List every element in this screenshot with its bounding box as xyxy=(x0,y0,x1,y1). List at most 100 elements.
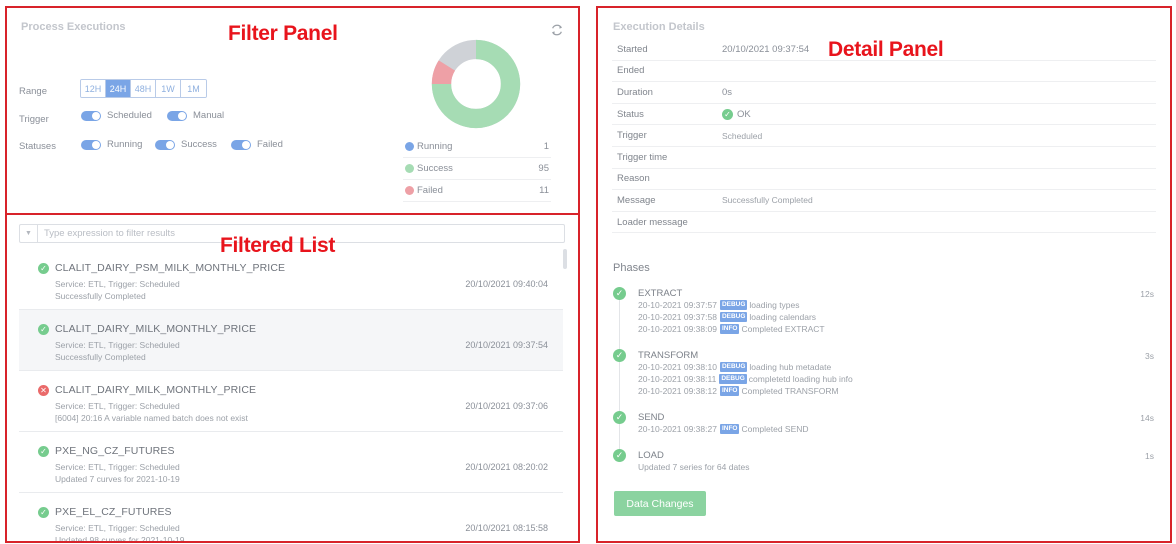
detail-row-ended: Ended xyxy=(612,61,1156,83)
caret-down-icon[interactable]: ▼ xyxy=(20,225,38,242)
log-line: 20-10-2021 09:37:58 DEBUG loading calend… xyxy=(638,312,816,322)
failed-dot-icon xyxy=(405,186,414,195)
log-text: Updated 7 series for 64 dates xyxy=(638,462,750,472)
detail-key: Loader message xyxy=(617,216,688,228)
item-service: Service: ETL, Trigger: Scheduled xyxy=(55,340,180,350)
item-name: CLALIT_DAIRY_MILK_MONTHLY_PRICE xyxy=(55,323,257,335)
range-label: Range xyxy=(19,86,47,97)
item-time: 20/10/2021 08:20:02 xyxy=(465,462,548,472)
trigger-label: Trigger xyxy=(19,114,49,125)
check-icon: ✓ xyxy=(613,349,626,362)
toggle-running[interactable]: Running xyxy=(81,139,142,150)
toggle-failed[interactable]: Failed xyxy=(231,139,283,150)
item-message: Successfully Completed xyxy=(55,291,146,301)
detail-value: Successfully Completed xyxy=(722,195,813,206)
check-icon: ✓ xyxy=(722,108,733,120)
detail-key: Ended xyxy=(617,65,645,77)
detail-row-duration: Duration 0s xyxy=(612,82,1156,104)
check-icon: ✓ xyxy=(38,446,49,457)
item-message: Successfully Completed xyxy=(55,352,146,362)
log-time: 20-10-2021 09:37:58 xyxy=(638,312,717,322)
log-text: Completed EXTRACT xyxy=(741,324,825,334)
statuses-label: Statuses xyxy=(19,141,56,152)
filtered-list-panel: ▼ ✓ CLALIT_DAIRY_PSM_MILK_MONTHLY_PRICE … xyxy=(5,213,580,543)
item-time: 20/10/2021 09:37:54 xyxy=(465,340,548,350)
check-icon: ✓ xyxy=(613,287,626,300)
log-line: 20-10-2021 09:38:11 DEBUG completetd loa… xyxy=(638,374,853,384)
item-service: Service: ETL, Trigger: Scheduled xyxy=(55,279,180,289)
filter-panel: Process Executions Range 12H 24H 48H 1W … xyxy=(5,6,580,215)
list-item[interactable]: ✓ CLALIT_DAIRY_MILK_MONTHLY_PRICE Servic… xyxy=(19,310,563,371)
list-scrollbar[interactable] xyxy=(563,249,567,269)
toggle-manual[interactable]: Manual xyxy=(167,110,224,121)
log-line: Updated 7 series for 64 dates xyxy=(638,462,750,472)
detail-panel-annotation: Detail Panel xyxy=(828,38,944,61)
legend-row-failed: Failed 11 xyxy=(403,180,551,202)
phase-name: EXTRACT xyxy=(638,288,683,299)
range-1w-button[interactable]: 1W xyxy=(156,80,181,97)
log-level-badge: DEBUG xyxy=(719,300,748,310)
detail-key: Started xyxy=(617,43,648,55)
panel-title: Process Executions xyxy=(21,21,126,33)
log-line: 20-10-2021 09:38:12 INFO Completed TRANS… xyxy=(638,386,839,396)
log-time: 20-10-2021 09:38:10 xyxy=(638,362,717,372)
detail-title: Execution Details xyxy=(613,21,705,33)
log-time: 20-10-2021 09:38:12 xyxy=(638,386,717,396)
log-level-badge: INFO xyxy=(719,386,740,396)
range-48h-button[interactable]: 48H xyxy=(131,80,156,97)
log-line: 20-10-2021 09:38:10 DEBUG loading hub me… xyxy=(638,362,831,372)
item-message: Updated 98 curves for 2021-10-19 xyxy=(55,535,185,543)
phase-name: TRANSFORM xyxy=(638,350,699,361)
log-time: 20-10-2021 09:38:27 xyxy=(638,424,717,434)
log-level-badge: DEBUG xyxy=(719,374,747,384)
item-service: Service: ETL, Trigger: Scheduled xyxy=(55,462,180,472)
list-item[interactable]: ✕ CLALIT_DAIRY_MILK_MONTHLY_PRICE Servic… xyxy=(19,371,563,432)
switch-icon xyxy=(155,139,175,150)
switch-icon xyxy=(231,139,251,150)
log-level-badge: DEBUG xyxy=(719,362,748,372)
status-donut-chart xyxy=(431,39,521,129)
log-text: Completed TRANSFORM xyxy=(741,386,839,396)
toggle-scheduled[interactable]: Scheduled xyxy=(81,110,152,121)
legend-value: 11 xyxy=(539,185,549,196)
execution-details-table: Started 20/10/2021 09:37:54 Ended Durati… xyxy=(612,39,1156,234)
phase-duration: 12s xyxy=(1140,289,1154,299)
detail-value: 0s xyxy=(722,86,733,98)
detail-row-loader-message: Loader message xyxy=(612,212,1156,234)
list-item[interactable]: ✓ PXE_NG_CZ_FUTURES Service: ETL, Trigge… xyxy=(19,432,563,493)
detail-key: Trigger xyxy=(617,130,647,142)
legend-value: 95 xyxy=(538,163,549,174)
item-name: PXE_EL_CZ_FUTURES xyxy=(55,506,172,518)
check-icon: ✓ xyxy=(38,263,49,274)
log-line: 20-10-2021 09:38:27 INFO Completed SEND xyxy=(638,424,809,434)
detail-key: Message xyxy=(617,194,656,206)
toggle-label: Success xyxy=(181,139,217,150)
timeline-line xyxy=(619,294,620,454)
phase-name: SEND xyxy=(638,412,665,423)
toggle-label: Failed xyxy=(257,139,283,150)
legend-row-success: Success 95 xyxy=(403,158,551,180)
range-12h-button[interactable]: 12H xyxy=(81,80,106,97)
list-item[interactable]: ✓ PXE_EL_CZ_FUTURES Service: ETL, Trigge… xyxy=(19,493,563,543)
log-time: 20-10-2021 09:37:57 xyxy=(638,300,717,310)
detail-row-trigger: Trigger Scheduled xyxy=(612,125,1156,147)
item-name: CLALIT_DAIRY_PSM_MILK_MONTHLY_PRICE xyxy=(55,262,286,274)
log-text: loading calendars xyxy=(749,312,817,322)
data-changes-button[interactable]: Data Changes xyxy=(614,491,706,516)
log-line: 20-10-2021 09:38:09 INFO Completed EXTRA… xyxy=(638,324,825,334)
detail-row-status: Status ✓ OK xyxy=(612,104,1156,126)
range-1m-button[interactable]: 1M xyxy=(181,80,206,97)
phase-duration: 3s xyxy=(1145,351,1154,361)
item-name: CLALIT_DAIRY_MILK_MONTHLY_PRICE xyxy=(55,384,257,396)
log-text: completetd loading hub info xyxy=(748,374,853,384)
toggle-success[interactable]: Success xyxy=(155,139,217,150)
item-time: 20/10/2021 08:15:58 xyxy=(465,523,548,533)
range-24h-button[interactable]: 24H xyxy=(106,80,131,97)
refresh-icon[interactable] xyxy=(550,23,564,37)
list-item[interactable]: ✓ CLALIT_DAIRY_PSM_MILK_MONTHLY_PRICE Se… xyxy=(19,249,563,310)
detail-key: Trigger time xyxy=(617,151,668,163)
detail-row-reason: Reason xyxy=(612,169,1156,191)
filter-panel-annotation: Filter Panel xyxy=(228,22,338,45)
detail-row-trigger-time: Trigger time xyxy=(612,147,1156,169)
detail-row-message: Message Successfully Completed xyxy=(612,190,1156,212)
